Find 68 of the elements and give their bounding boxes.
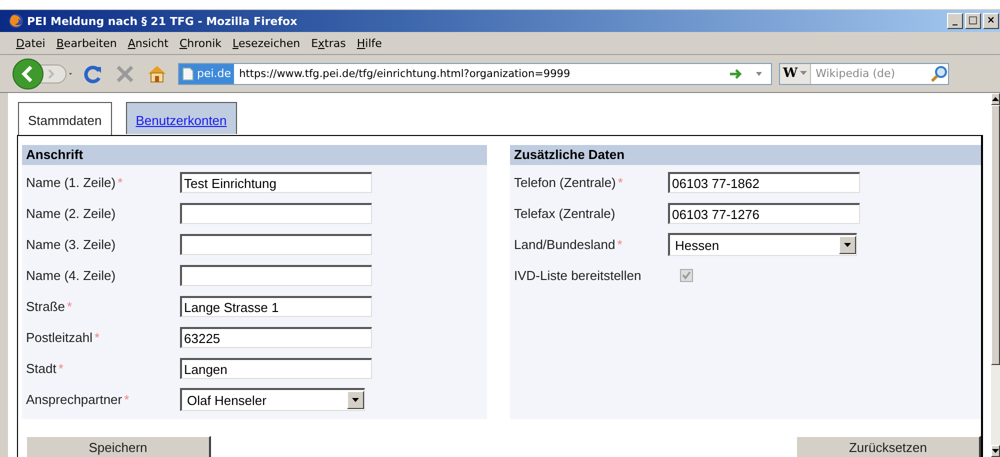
- caret-icon: [352, 398, 359, 402]
- menu-item[interactable]: Datei: [13, 36, 54, 50]
- site-identity-button[interactable]: pei.de: [179, 64, 234, 84]
- dropdown-arrow-icon[interactable]: [755, 70, 763, 76]
- search-icon[interactable]: [930, 64, 948, 82]
- arrow-down-icon: [992, 449, 999, 453]
- input-field[interactable]: Test Einrichtung: [180, 172, 372, 193]
- input-field[interactable]: [180, 265, 372, 286]
- input-field[interactable]: 63225: [180, 327, 372, 348]
- required-marker: *: [94, 330, 100, 345]
- reload-icon[interactable]: [82, 62, 104, 84]
- url-text: https://www.tfg.pei.de/tfg/einrichtung.html?organization=9999: [238, 68, 572, 80]
- field-label: Stadt: [26, 361, 56, 376]
- menu-item[interactable]: Lesezeichen: [230, 36, 308, 50]
- input-field[interactable]: [180, 203, 372, 224]
- field-label: IVD-Liste bereitstellen: [514, 268, 642, 283]
- close-button[interactable]: ×: [983, 13, 999, 29]
- scroll-up-button[interactable]: [991, 93, 1000, 105]
- field-label: Straße: [26, 299, 66, 314]
- required-marker: *: [118, 175, 123, 190]
- field-label: Land/Bundesland: [514, 237, 616, 252]
- scroll-down-button[interactable]: [991, 445, 1000, 457]
- input-field[interactable]: [180, 234, 372, 255]
- input-field[interactable]: 06103 77-1276: [668, 203, 860, 224]
- input-field[interactable]: Langen: [180, 358, 372, 379]
- window-title: PEI Meldung nach § 21 TFG - Mozilla Firefox: [27, 14, 298, 28]
- required-marker: *: [67, 299, 72, 314]
- required-marker: *: [617, 237, 622, 252]
- save-button[interactable]: Speichern: [26, 436, 211, 457]
- section-header: Zusätzliche Daten: [510, 145, 981, 165]
- caret-icon: [800, 71, 807, 76]
- search-engine-button[interactable]: W: [780, 64, 811, 84]
- menu-item[interactable]: Hilfe: [354, 36, 390, 50]
- reset-button[interactable]: Zurücksetzen: [796, 436, 981, 457]
- field-label: Name (1. Zeile): [26, 175, 116, 190]
- field-label: Telefax (Zentrale): [514, 206, 616, 221]
- menu-item[interactable]: Extras: [308, 36, 354, 50]
- field-label: Ansprechpartner: [26, 392, 122, 407]
- field-label: Name (3. Zeile): [26, 237, 116, 252]
- required-marker: *: [618, 175, 623, 190]
- dropdown[interactable]: Olaf Henseler: [180, 388, 365, 411]
- browser-logo-icon: [8, 13, 24, 29]
- go-arrow-icon[interactable]: [729, 68, 743, 80]
- input-field[interactable]: Lange Strasse 1: [180, 296, 372, 317]
- input-field[interactable]: 06103 77-1862: [668, 172, 860, 193]
- field-label: Telefon (Zentrale): [514, 175, 616, 190]
- minimize-button[interactable]: _: [947, 13, 963, 29]
- search-field[interactable]: W Wikipedia (de): [779, 62, 949, 84]
- section-header: Anschrift: [22, 145, 487, 165]
- required-marker: *: [124, 392, 130, 407]
- field-label: Name (2. Zeile): [26, 206, 116, 221]
- tab[interactable]: Benutzerkonten: [126, 102, 237, 134]
- dropdown[interactable]: Hessen: [668, 233, 857, 256]
- arrow-up-icon: [992, 97, 999, 101]
- scroll-thumb[interactable]: [991, 105, 1000, 365]
- page-icon: [182, 66, 194, 80]
- address-field[interactable]: pei.de https://www.tfg.pei.de/tfg/einrichtung.html?organization=9999: [178, 62, 772, 84]
- field-label: Postleitzahl: [26, 330, 92, 345]
- field-label: Name (4. Zeile): [26, 268, 116, 283]
- maximize-button[interactable]: □: [965, 13, 981, 29]
- scrollbar[interactable]: [991, 93, 1000, 457]
- menu-item[interactable]: Chronik: [176, 36, 230, 50]
- tab[interactable]: Stammdaten: [18, 102, 112, 135]
- search-placeholder: Wikipedia (de): [814, 67, 896, 80]
- menu-item[interactable]: Ansicht: [124, 36, 176, 50]
- required-marker: *: [58, 361, 64, 376]
- menu-item[interactable]: Bearbeiten: [53, 36, 125, 50]
- caret-icon: [844, 243, 851, 247]
